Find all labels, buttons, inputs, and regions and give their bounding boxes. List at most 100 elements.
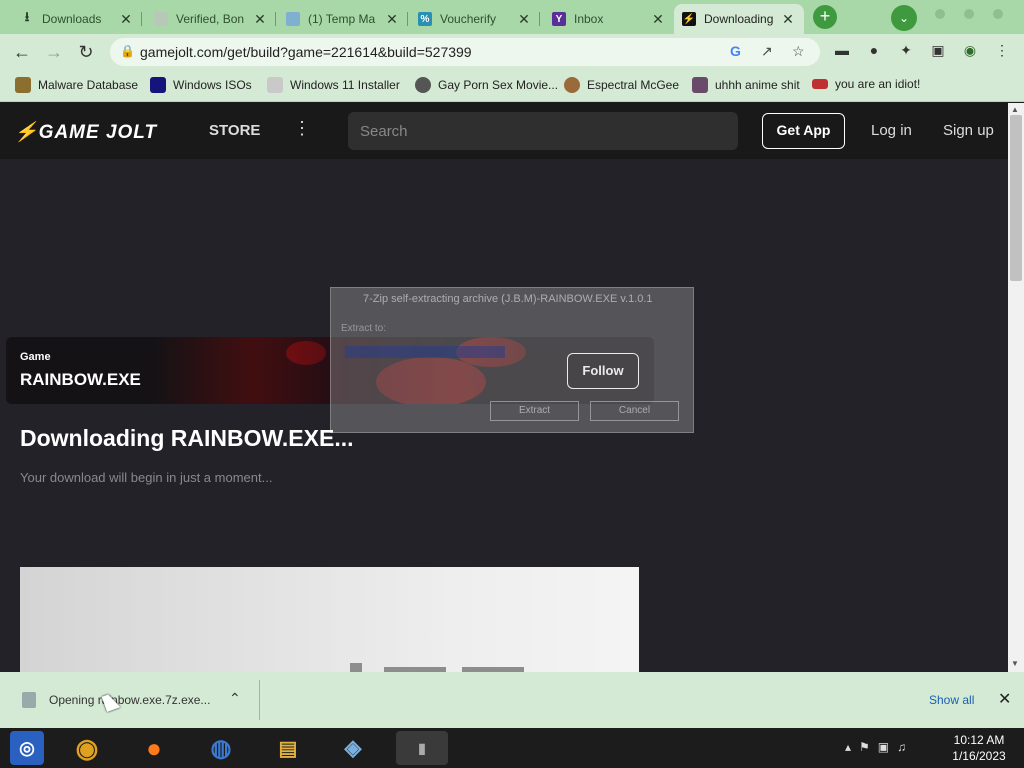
bookmark-windows-isos[interactable]: Windows ISOs <box>150 77 252 93</box>
close-icon[interactable]: ✕ <box>252 11 268 28</box>
flag-icon <box>812 79 828 89</box>
preview-shape <box>350 663 362 672</box>
address-bar[interactable]: 🔒 gamejolt.com/get/build?game=221614&bui… <box>110 38 820 66</box>
tab-search-button[interactable]: ⌄ <box>891 5 917 31</box>
get-app-button[interactable]: Get App <box>762 113 845 149</box>
download-icon: ⭳ <box>24 9 30 24</box>
reload-icon[interactable]: ↻ <box>74 40 98 64</box>
close-icon[interactable]: ✕ <box>118 11 134 28</box>
file-icon <box>22 692 36 708</box>
scroll-up-icon[interactable]: ▲ <box>1011 105 1019 114</box>
minimize-icon[interactable] <box>935 9 945 19</box>
game-preview-image <box>20 567 639 672</box>
profile-icon[interactable]: ◉ <box>960 42 980 62</box>
bookmark-label: Windows 11 Installer <box>290 78 400 92</box>
anime-icon <box>692 77 708 93</box>
browser-toolbar: ← → ↻ 🔒 gamejolt.com/get/build?game=2216… <box>0 34 1024 70</box>
extension-avatar-icon[interactable]: ● <box>864 42 884 62</box>
game-type-label: Game <box>20 351 51 363</box>
tab-verified[interactable]: Verified, Bon ✕ <box>146 4 276 34</box>
forward-icon[interactable]: → <box>42 40 66 64</box>
download-heading: Downloading RAINBOW.EXE... <box>20 425 354 451</box>
maximize-icon[interactable] <box>964 9 974 19</box>
game-title[interactable]: RAINBOW.EXE <box>20 370 141 390</box>
show-all-link[interactable]: Show all <box>929 693 974 707</box>
face-icon <box>564 77 580 93</box>
extract-path-field <box>345 346 505 358</box>
7zip-app-icon[interactable]: ▮ <box>396 731 448 765</box>
bookmark-label: Espectral McGee <box>587 78 680 92</box>
back-icon[interactable]: ← <box>10 40 34 64</box>
extensions-puzzle-icon[interactable]: ✦ <box>896 42 916 62</box>
yahoo-icon: Y <box>552 12 566 26</box>
divider <box>259 680 260 720</box>
virtualbox-icon[interactable]: ◈ <box>336 731 370 765</box>
opera-icon[interactable]: ◍ <box>204 731 238 765</box>
tab-voucherify[interactable]: % Voucherify ✕ <box>410 4 540 34</box>
tab-title: Verified, Bon <box>176 12 245 26</box>
close-icon[interactable]: ✕ <box>384 11 400 28</box>
firefox-icon[interactable]: ● <box>137 731 171 765</box>
bug-icon <box>15 77 31 93</box>
download-item-status[interactable]: Opening rainbow.exe.7z.exe... <box>49 693 210 707</box>
bookmark-malware-database[interactable]: Malware Database <box>15 77 138 93</box>
windows-taskbar: ◎ ◉ ● ◍ ▤ ◈ ▮ ▴⚑▣♫ 10:12 AM 1/16/2023 <box>0 728 1024 768</box>
signup-link[interactable]: Sign up <box>943 122 994 139</box>
more-menu-icon[interactable]: ⋮ <box>293 118 311 139</box>
bookmark-star-icon[interactable]: ☆ <box>792 43 805 60</box>
gamejolt-logo[interactable]: ⚡GAME JOLT <box>14 120 157 144</box>
share-icon[interactable]: ↗ <box>761 43 773 60</box>
bookmark-label: uhhh anime shit <box>715 78 800 92</box>
chevron-up-icon[interactable]: ⌃ <box>229 690 241 707</box>
menu-kebab-icon[interactable]: ⋮ <box>992 42 1012 62</box>
gamejolt-icon: ⚡ <box>682 12 696 26</box>
page-scrollbar[interactable]: ▲ ▼ <box>1008 103 1024 672</box>
dialog-title: 7-Zip self-extracting archive (J.B.M)-RA… <box>363 293 653 305</box>
tab-downloads[interactable]: ⭳ Downloads ✕ <box>12 4 142 34</box>
chrome-icon[interactable]: ◉ <box>70 731 104 765</box>
close-icon[interactable]: ✕ <box>780 11 796 28</box>
close-icon[interactable]: ✕ <box>998 689 1011 709</box>
tab-temp-mail[interactable]: (1) Temp Ma ✕ <box>278 4 408 34</box>
google-lens-icon[interactable]: G <box>730 43 741 59</box>
extension-flag-icon[interactable]: ▬ <box>832 42 852 62</box>
search-input[interactable] <box>348 112 738 150</box>
tab-inbox[interactable]: Y Inbox ✕ <box>544 4 674 34</box>
page-icon <box>267 77 283 93</box>
gamejolt-header: ⚡GAME JOLT STORE ⋮ Get App Log in Sign u… <box>0 103 1008 159</box>
start-icon[interactable]: ◎ <box>10 731 44 765</box>
close-icon[interactable]: ✕ <box>516 11 532 28</box>
close-window-icon[interactable] <box>993 9 1003 19</box>
side-panel-icon[interactable]: ▣ <box>928 42 948 62</box>
tab-title: (1) Temp Ma <box>308 12 376 26</box>
bookmark-you-are-an-idiot[interactable]: you are an idiot! <box>812 77 920 91</box>
bookmark-anime[interactable]: uhhh anime shit <box>692 77 800 93</box>
close-icon[interactable]: ✕ <box>650 11 666 28</box>
url-text[interactable]: gamejolt.com/get/build?game=221614&build… <box>140 44 472 60</box>
scroll-down-icon[interactable]: ▼ <box>1011 659 1019 668</box>
system-tray-icons[interactable]: ▴⚑▣♫ <box>845 740 914 754</box>
store-link[interactable]: STORE <box>209 122 260 139</box>
logo-text: GAME JOLT <box>38 122 158 143</box>
clock[interactable]: 10:12 AM 1/16/2023 <box>944 732 1014 764</box>
login-link[interactable]: Log in <box>871 122 912 139</box>
bookmark-windows-11-installer[interactable]: Windows 11 Installer <box>267 77 400 93</box>
tab-title: Voucherify <box>440 12 497 26</box>
bookmark-movie-site[interactable]: Gay Porn Sex Movie... <box>415 77 558 93</box>
bookmark-label: Gay Porn Sex Movie... <box>438 78 559 92</box>
bookmark-label: you are an idiot! <box>835 77 921 91</box>
bookmark-label: Windows ISOs <box>173 78 252 92</box>
file-explorer-icon[interactable]: ▤ <box>271 731 305 765</box>
scrollbar-thumb[interactable] <box>1010 115 1022 281</box>
tab-title: Inbox <box>574 12 604 26</box>
mail-icon <box>286 12 300 26</box>
page-icon <box>154 12 168 26</box>
bolt-icon: ⚡ <box>14 122 39 143</box>
new-tab-button[interactable]: + <box>813 5 837 29</box>
lock-icon[interactable]: 🔒 <box>120 44 135 58</box>
tab-title: Downloads <box>42 12 102 26</box>
tab-title: Downloading <box>704 12 774 26</box>
bookmark-espectral-mcgee[interactable]: Espectral McGee <box>564 77 679 93</box>
tab-downloading[interactable]: ⚡ Downloading ✕ <box>674 4 804 34</box>
site-icon <box>415 77 431 93</box>
